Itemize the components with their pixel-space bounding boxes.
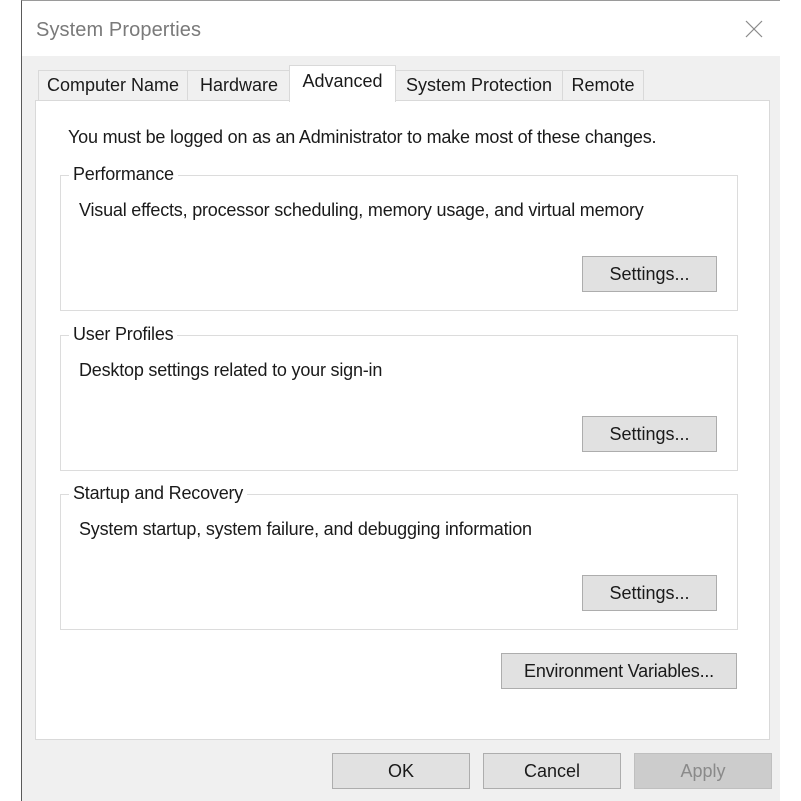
performance-description: Visual effects, processor scheduling, me… [79, 200, 644, 220]
tab-remote[interactable]: Remote [562, 70, 644, 100]
cancel-button[interactable]: Cancel [483, 753, 621, 789]
apply-button[interactable]: Apply [634, 753, 772, 789]
user-profiles-group-title: User Profiles [69, 324, 178, 345]
admin-notice: You must be logged on as an Administrato… [68, 127, 657, 147]
environment-variables-button[interactable]: Environment Variables... [501, 653, 737, 689]
startup-recovery-group-title: Startup and Recovery [69, 483, 248, 504]
startup-recovery-group: Startup and Recovery System startup, sys… [60, 483, 738, 630]
tab-advanced[interactable]: Advanced [289, 65, 396, 102]
tab-computer-name[interactable]: Computer Name [38, 70, 188, 100]
close-x-icon [745, 20, 763, 38]
performance-group: Performance Visual effects, processor sc… [60, 164, 738, 311]
user-profiles-settings-button[interactable]: Settings... [582, 416, 717, 452]
close-button[interactable] [738, 13, 770, 45]
ok-button[interactable]: OK [332, 753, 470, 789]
performance-settings-button[interactable]: Settings... [582, 256, 717, 292]
tab-hardware[interactable]: Hardware [187, 70, 291, 100]
startup-recovery-description: System startup, system failure, and debu… [79, 519, 532, 539]
system-properties-window: System Properties Computer Name Hardware… [21, 0, 780, 801]
startup-recovery-settings-button[interactable]: Settings... [582, 575, 717, 611]
user-profiles-description: Desktop settings related to your sign-in [79, 360, 383, 380]
user-profiles-group: User Profiles Desktop settings related t… [60, 324, 738, 471]
title-bar: System Properties [22, 1, 780, 56]
advanced-tab-panel: You must be logged on as an Administrato… [35, 100, 770, 740]
tab-system-protection[interactable]: System Protection [395, 70, 563, 100]
performance-group-title: Performance [69, 164, 178, 185]
window-title: System Properties [36, 19, 202, 41]
